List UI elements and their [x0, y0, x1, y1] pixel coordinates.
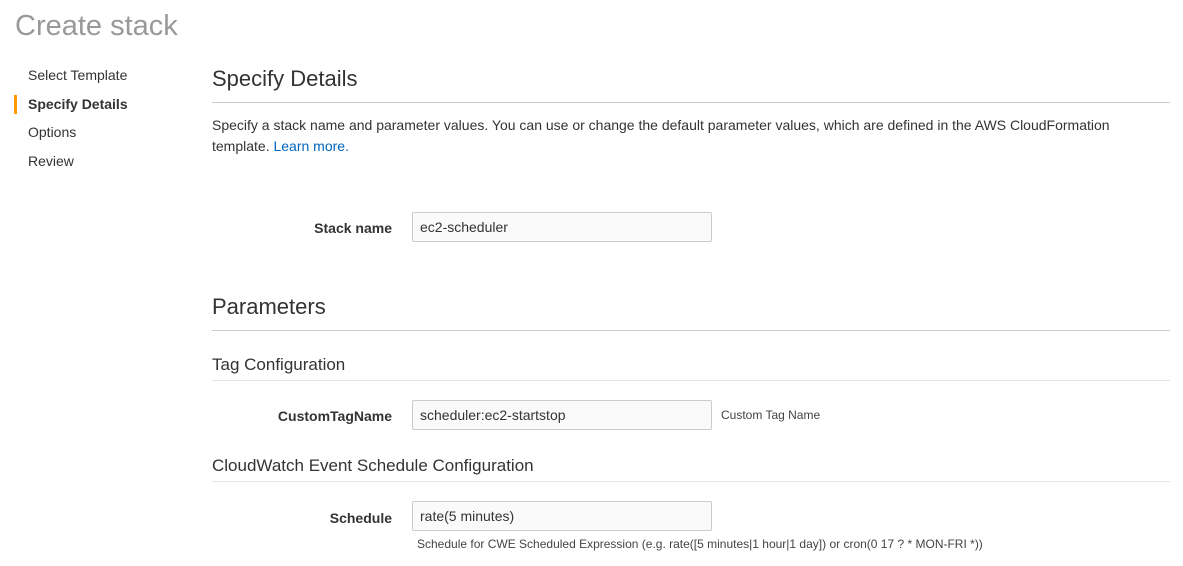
cwe-config-heading: CloudWatch Event Schedule Configuration: [212, 456, 1170, 482]
custom-tag-label: CustomTagName: [277, 408, 392, 424]
stack-name-input[interactable]: [412, 212, 712, 242]
nav-step-specify-details[interactable]: Specify Details: [14, 94, 128, 114]
learn-more-link[interactable]: Learn more.: [273, 138, 348, 154]
nav-step-select-template[interactable]: Select Template: [14, 66, 128, 95]
stack-name-label: Stack name: [314, 220, 392, 236]
custom-tag-input[interactable]: [412, 400, 712, 430]
page-title: Create stack: [15, 10, 178, 42]
section-title: Specify Details: [212, 66, 1170, 103]
parameters-title: Parameters: [212, 294, 1170, 331]
schedule-hint: Schedule for CWE Scheduled Expression (e…: [417, 537, 983, 551]
nav-step-options[interactable]: Options: [14, 123, 128, 152]
schedule-label: Schedule: [329, 510, 392, 526]
custom-tag-hint: Custom Tag Name: [721, 408, 821, 422]
section-description: Specify a stack name and parameter value…: [212, 115, 1142, 157]
schedule-input[interactable]: [412, 501, 712, 531]
tag-config-heading: Tag Configuration: [212, 355, 1170, 381]
wizard-steps: Select Template Specify Details Options …: [14, 66, 128, 180]
nav-step-review[interactable]: Review: [14, 152, 128, 181]
